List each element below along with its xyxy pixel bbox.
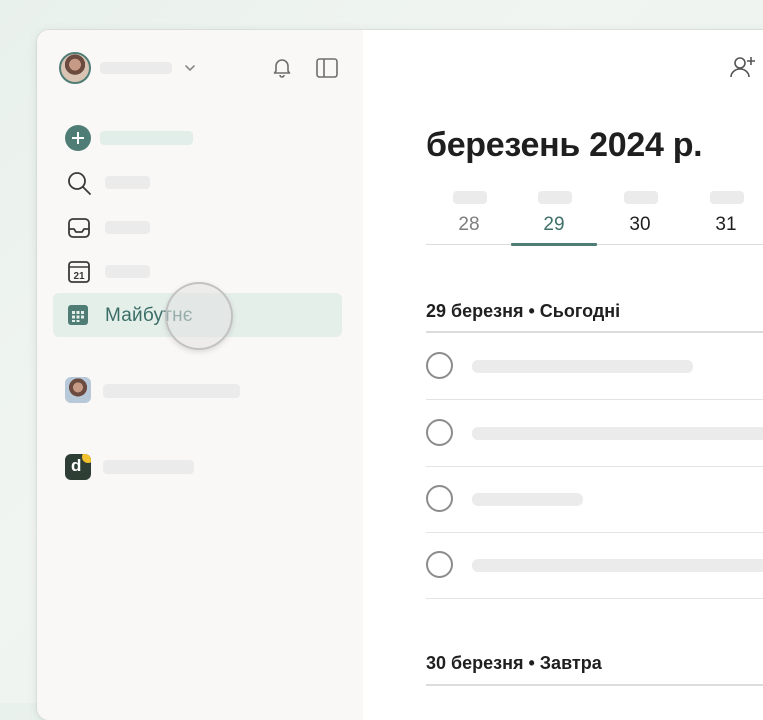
calendar-today-icon[interactable]: 21 xyxy=(65,258,93,286)
plus-circle-icon[interactable] xyxy=(65,125,91,151)
app-badge-dot xyxy=(82,454,91,463)
day-number: 31 xyxy=(715,214,737,235)
day-number: 28 xyxy=(458,214,480,235)
task-title-placeholder xyxy=(472,360,693,373)
task-row[interactable] xyxy=(426,466,763,533)
today-label-placeholder[interactable] xyxy=(105,265,150,278)
chevron-down-icon[interactable] xyxy=(180,58,200,78)
sidebar-toggle-icon[interactable] xyxy=(313,54,341,82)
task-title-placeholder xyxy=(472,427,763,440)
add-task-placeholder[interactable] xyxy=(100,131,193,145)
section-title-tomorrow: 30 березня • Завтра xyxy=(426,653,602,673)
weekday-placeholder xyxy=(624,191,658,204)
day-28[interactable]: 28 xyxy=(426,188,512,246)
sidebar: 21 Майбутнє d xyxy=(37,30,363,720)
project-placeholder-1[interactable] xyxy=(103,384,240,398)
selected-day-indicator xyxy=(511,243,597,246)
task-row[interactable] xyxy=(426,532,763,599)
user-avatar[interactable] xyxy=(59,52,91,84)
task-checkbox[interactable] xyxy=(426,551,453,578)
inbox-label-placeholder[interactable] xyxy=(105,221,150,234)
day-29[interactable]: 29 xyxy=(511,188,597,246)
weekday-placeholder xyxy=(710,191,744,204)
day-31[interactable]: 31 xyxy=(683,188,763,246)
project-placeholder-2[interactable] xyxy=(103,460,194,474)
task-row[interactable] xyxy=(426,400,763,467)
weekday-placeholder xyxy=(453,191,487,204)
day-30[interactable]: 30 xyxy=(597,188,683,246)
task-checkbox[interactable] xyxy=(426,419,453,446)
section-divider xyxy=(426,684,763,686)
d-app-icon[interactable]: d xyxy=(65,454,91,480)
app-window: 21 Майбутнє d березень 2024 р. 28 29 30 … xyxy=(37,30,763,720)
bell-icon[interactable] xyxy=(269,54,295,80)
task-checkbox[interactable] xyxy=(426,352,453,379)
today-day-number: 21 xyxy=(73,271,85,282)
cursor-highlight xyxy=(165,282,233,350)
user-name-placeholder[interactable] xyxy=(100,62,172,74)
section-title-today: 29 березня • Сьогодні xyxy=(426,301,621,321)
task-title-placeholder xyxy=(472,559,763,572)
task-checkbox[interactable] xyxy=(426,485,453,512)
weekday-placeholder xyxy=(538,191,572,204)
search-label-placeholder[interactable] xyxy=(105,176,150,189)
task-title-placeholder xyxy=(472,493,583,506)
day-number: 30 xyxy=(629,214,651,235)
search-icon[interactable] xyxy=(65,169,93,197)
calendar-grid-icon xyxy=(65,302,91,328)
page-title: березень 2024 р. xyxy=(426,126,703,164)
add-person-icon[interactable] xyxy=(728,52,758,82)
user-avatar-icon[interactable] xyxy=(65,377,91,403)
task-row[interactable] xyxy=(426,333,763,400)
main-content: березень 2024 р. 28 29 30 31 29 березня … xyxy=(363,30,763,720)
inbox-icon[interactable] xyxy=(65,214,93,242)
day-number: 29 xyxy=(543,214,565,235)
d-app-letter: d xyxy=(71,456,82,475)
